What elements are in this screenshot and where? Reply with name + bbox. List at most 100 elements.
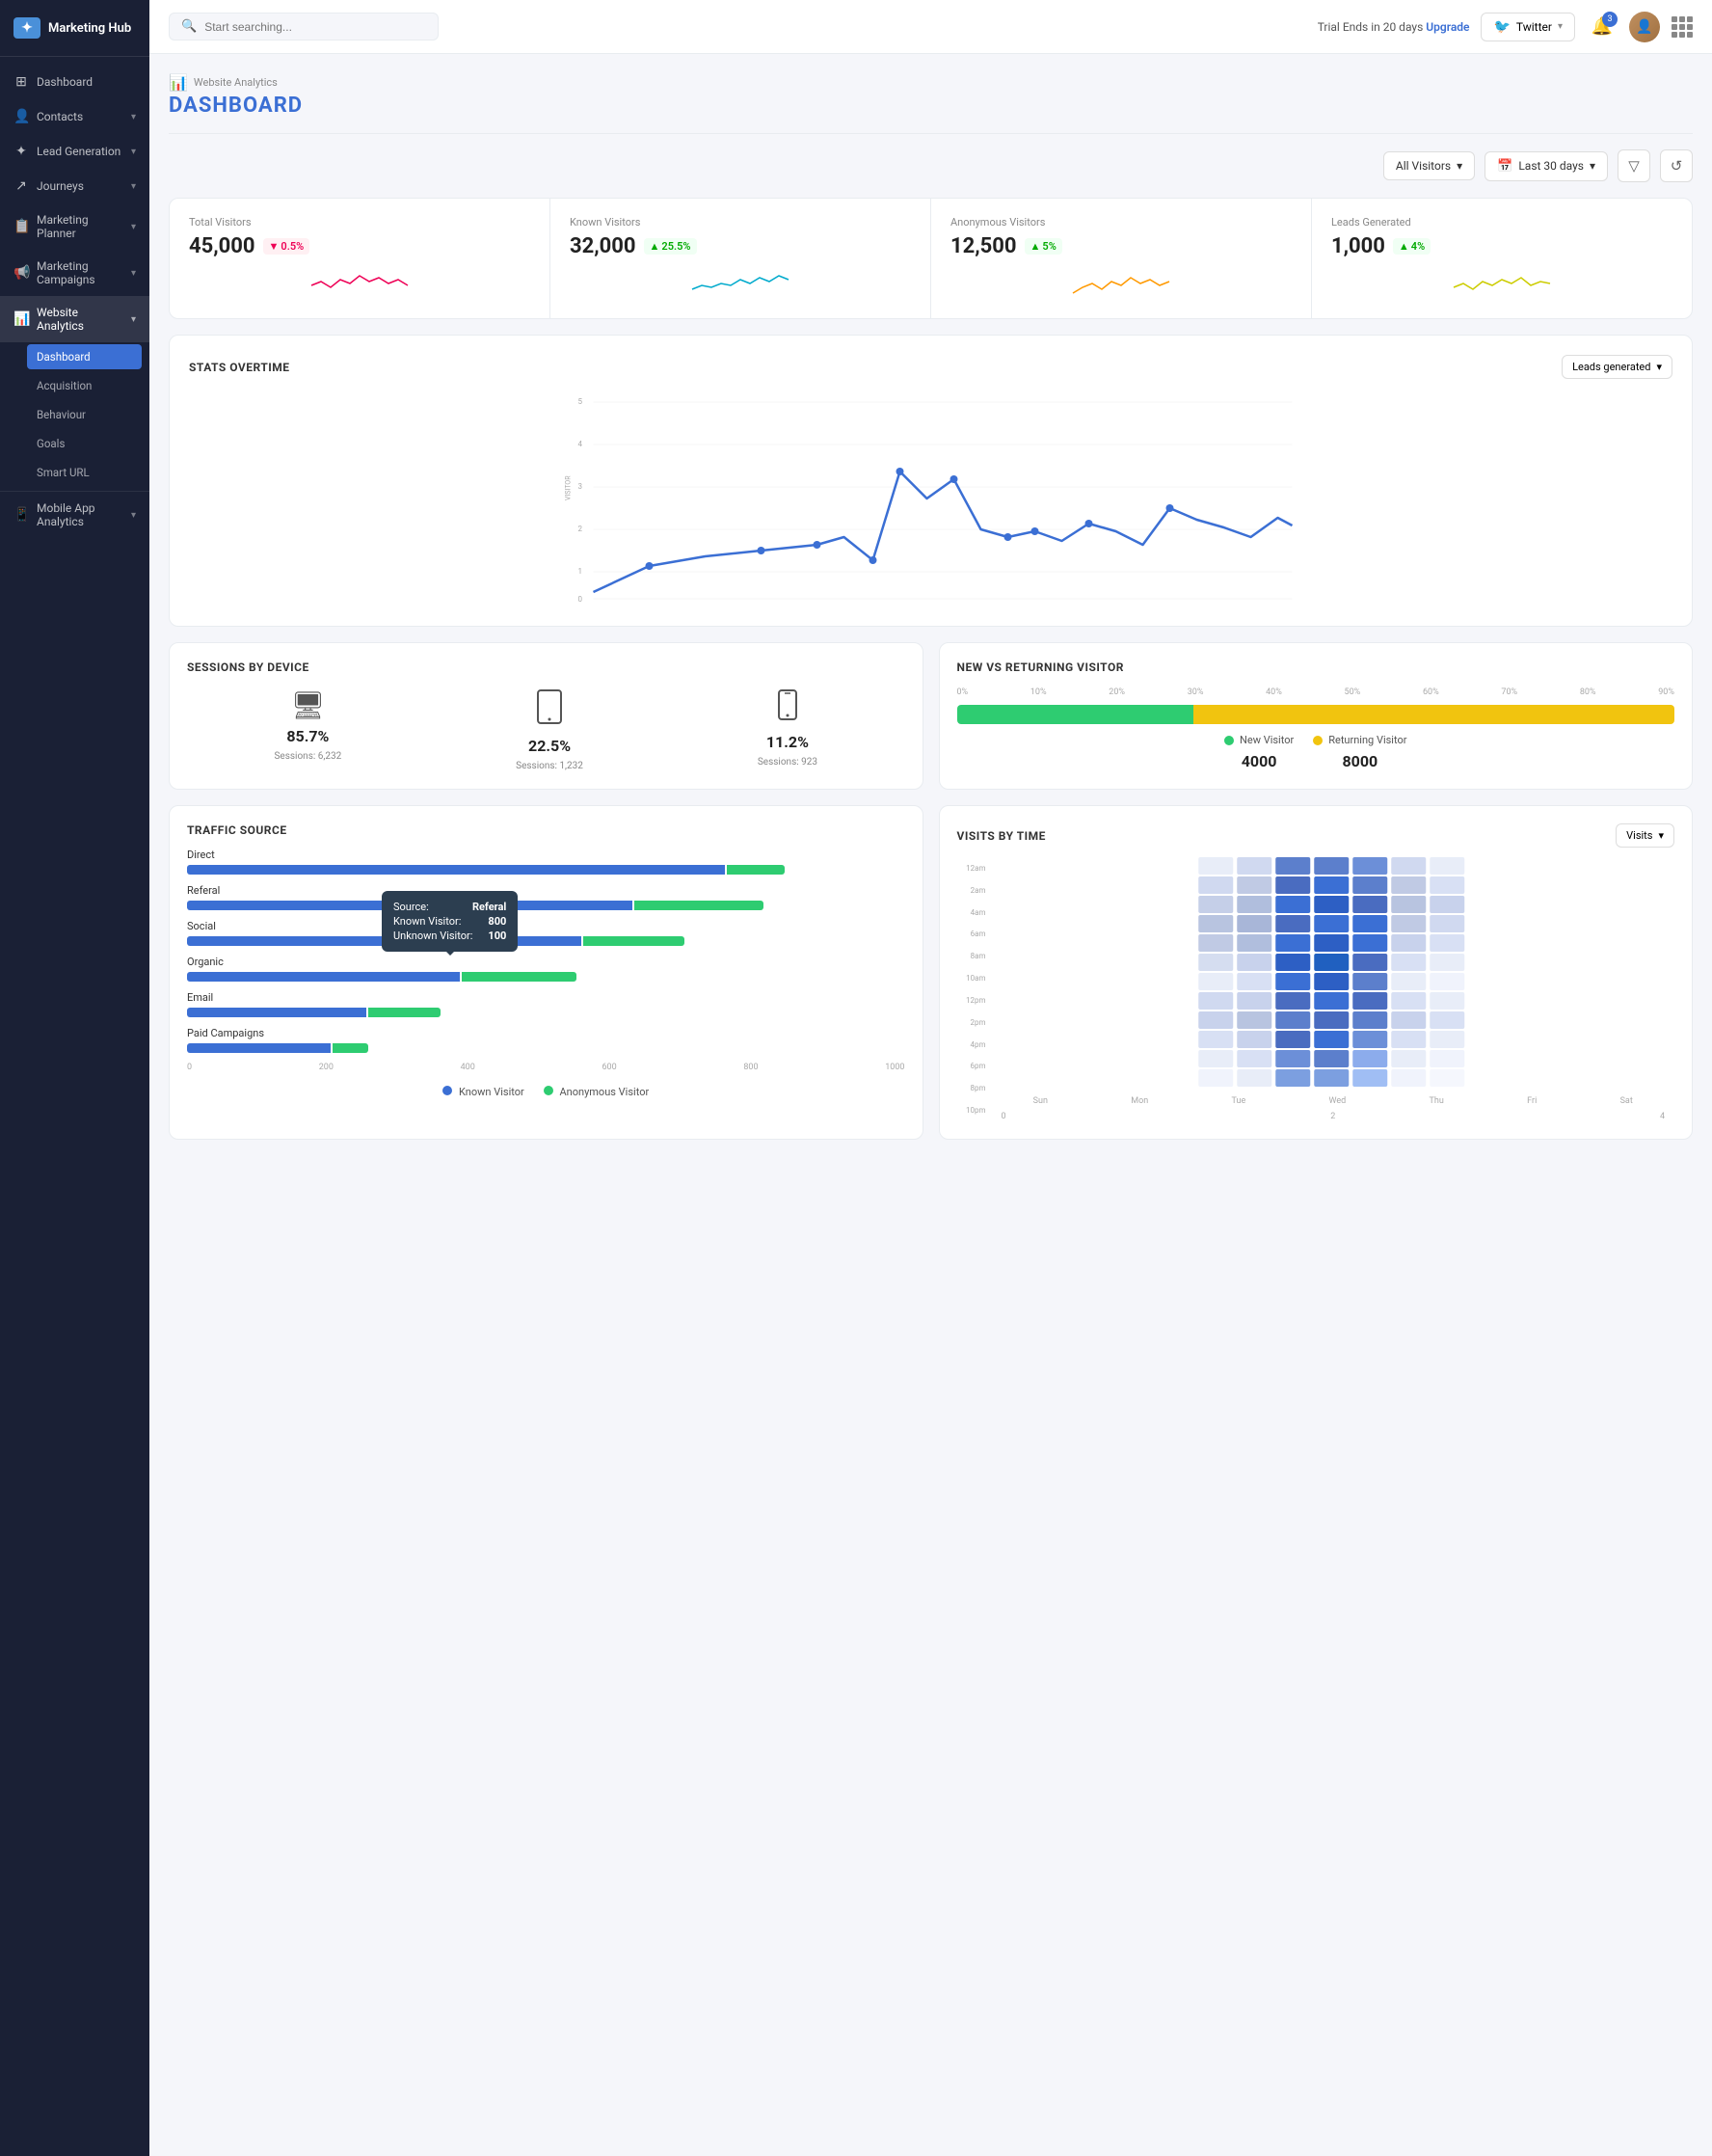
known-bar (187, 865, 725, 875)
device-cards: 🖥 85.7% Sessions: 6,232 22.5% Sessions: … (187, 689, 905, 771)
stat-label: Anonymous Visitors (950, 216, 1292, 229)
traffic-row-social: Social (187, 920, 905, 946)
main-content: 🔍 Trial Ends in 20 days Upgrade 🐦 Twitte… (149, 0, 1712, 2156)
chevron-down-icon: ▾ (131, 314, 136, 325)
sidebar-sub-item-acquisition[interactable]: Acquisition (0, 371, 149, 400)
new-vs-returning-title: NEW VS RETURNING VISITOR (957, 660, 1675, 674)
sidebar-item-journeys[interactable]: ↗ Journeys ▾ (0, 169, 149, 203)
traffic-label: Paid Campaigns (187, 1027, 905, 1039)
svg-text:VISITOR: VISITOR (565, 475, 573, 500)
sparkline-chart (189, 266, 530, 297)
sidebar-item-label: Mobile App Analytics (37, 501, 123, 528)
chevron-down-icon: ▾ (1656, 361, 1662, 373)
chevron-down-icon: ▾ (131, 147, 136, 157)
traffic-label: Direct (187, 849, 905, 861)
sessions-by-device-card: SESSIONS BY DEVICE 🖥 85.7% Sessions: 6,2… (169, 642, 923, 790)
filter-button[interactable]: ▽ (1618, 149, 1650, 182)
device-sessions: Sessions: 923 (758, 757, 817, 768)
visits-by-time-section: VISITS BY TIME Visits ▾ 12am 2am 4am 6am… (939, 805, 1694, 1140)
upgrade-link[interactable]: Upgrade (1426, 20, 1469, 34)
sidebar-item-contacts[interactable]: 👤 Contacts ▾ (0, 99, 149, 134)
stat-badge: ▲ 5% (1025, 238, 1062, 255)
notification-button[interactable]: 🔔 3 (1587, 12, 1618, 42)
new-visitor-label: New Visitor (1240, 734, 1294, 746)
anon-bar (333, 1043, 368, 1053)
breadcrumb: 📊 Website Analytics DASHBOARD (169, 73, 1693, 134)
anon-bar (462, 972, 576, 982)
sidebar-logo[interactable]: ✦ Marketing Hub (0, 0, 149, 57)
traffic-tooltip: Source: Referal Known Visitor: 800 Unkno… (382, 891, 518, 952)
line-chart: 5 4 3 2 1 0 VISITOR (189, 394, 1672, 606)
stat-label: Known Visitors (570, 216, 911, 229)
device-percent: 85.7% (286, 727, 329, 745)
anon-visitor-legend: Anonymous Visitor (544, 1086, 649, 1098)
sparkline-chart (950, 266, 1292, 297)
known-visitor-legend: Known Visitor (442, 1086, 523, 1098)
new-visitor-bar (957, 705, 1194, 724)
sessions-title: SESSIONS BY DEVICE (187, 660, 905, 674)
device-desktop: 🖥 85.7% Sessions: 6,232 (274, 689, 341, 771)
lead-generation-icon: ✦ (13, 144, 29, 159)
stat-badge: ▲ 25.5% (644, 238, 697, 255)
svg-text:4: 4 (578, 440, 583, 448)
visits-dropdown[interactable]: Visits ▾ (1616, 823, 1674, 848)
heatmap-bottom-axis: 024 (992, 1112, 1675, 1121)
visits-dropdown-label: Visits (1626, 829, 1652, 842)
traffic-label: Social (187, 920, 905, 932)
returning-visitor-dot (1313, 736, 1323, 745)
sidebar-item-lead-generation[interactable]: ✦ Lead Generation ▾ (0, 134, 149, 169)
sparkline-chart (570, 266, 911, 297)
sub-item-label: Smart URL (37, 466, 90, 479)
search-box[interactable]: 🔍 (169, 13, 439, 40)
sidebar-sub-item-smart-url[interactable]: Smart URL (0, 458, 149, 487)
dashboard-icon: ⊞ (13, 74, 29, 90)
middle-row: SESSIONS BY DEVICE 🖥 85.7% Sessions: 6,2… (169, 642, 1693, 790)
stat-value: 32,000 (570, 234, 636, 258)
visitors-filter[interactable]: All Visitors ▾ (1383, 151, 1475, 180)
avatar[interactable]: 👤 (1629, 12, 1660, 42)
visits-title: VISITS BY TIME (957, 829, 1046, 843)
sidebar-sub-item-behaviour[interactable]: Behaviour (0, 400, 149, 429)
refresh-button[interactable]: ↺ (1660, 149, 1693, 182)
sidebar-item-marketing-planner[interactable]: 📋 Marketing Planner ▾ (0, 203, 149, 250)
journeys-icon: ↗ (13, 178, 29, 194)
traffic-source-section: TRAFFIC SOURCE Direct Referal (169, 805, 923, 1140)
sidebar-item-mobile-app-analytics[interactable]: 📱 Mobile App Analytics ▾ (0, 492, 149, 538)
sub-item-label: Behaviour (37, 408, 86, 421)
anon-bar (583, 936, 683, 946)
device-tablet: 22.5% Sessions: 1,232 (516, 689, 583, 771)
sub-item-label: Dashboard (37, 350, 91, 364)
device-percent: 22.5% (528, 737, 571, 755)
sidebar-sub-item-goals[interactable]: Goals (0, 429, 149, 458)
sidebar: ✦ Marketing Hub ⊞ Dashboard 👤 Contacts ▾… (0, 0, 149, 2156)
stat-known-visitors: Known Visitors 32,000 ▲ 25.5% (550, 199, 931, 318)
stat-total-visitors: Total Visitors 45,000 ▼ 0.5% (170, 199, 550, 318)
search-input[interactable] (204, 20, 426, 34)
tooltip-known-label: Known Visitor: (393, 915, 461, 928)
sidebar-item-website-analytics[interactable]: 📊 Website Analytics ▾ (0, 296, 149, 342)
topbar: 🔍 Trial Ends in 20 days Upgrade 🐦 Twitte… (149, 0, 1712, 54)
sidebar-sub-item-dashboard[interactable]: Dashboard (27, 344, 142, 369)
sidebar-item-label: Website Analytics (37, 306, 123, 333)
traffic-label: Referal (187, 884, 905, 897)
apps-grid-icon[interactable] (1672, 16, 1693, 38)
marketing-planner-icon: 📋 (13, 219, 29, 234)
stat-badge: ▲ 4% (1393, 238, 1431, 255)
sidebar-item-dashboard[interactable]: ⊞ Dashboard (0, 65, 149, 99)
tooltip-unknown-value: 100 (488, 930, 506, 942)
bottom-row: TRAFFIC SOURCE Direct Referal (169, 805, 1693, 1140)
new-vs-returning-card: NEW VS RETURNING VISITOR 0%10%20%30%40%5… (939, 642, 1694, 790)
device-sessions: Sessions: 6,232 (274, 751, 341, 762)
sidebar-item-marketing-campaigns[interactable]: 📢 Marketing Campaigns ▾ (0, 250, 149, 296)
search-icon: 🔍 (181, 19, 197, 34)
stat-value: 45,000 (189, 234, 255, 258)
anon-bar (368, 1008, 440, 1017)
twitter-button[interactable]: 🐦 Twitter ▾ (1481, 13, 1575, 41)
stats-cards: Total Visitors 45,000 ▼ 0.5% Known Visit… (169, 198, 1693, 319)
date-filter[interactable]: 📅 Last 30 days ▾ (1485, 151, 1608, 181)
stat-leads-generated: Leads Generated 1,000 ▲ 4% (1312, 199, 1692, 318)
chart-dropdown[interactable]: Leads generated ▾ (1562, 355, 1672, 379)
h-bar-axis: 0%10%20%30%40%50%60%70%80%90% (957, 687, 1675, 697)
mobile-app-icon: 📱 (13, 507, 29, 523)
page-content: 📊 Website Analytics DASHBOARD All Visito… (149, 54, 1712, 2156)
